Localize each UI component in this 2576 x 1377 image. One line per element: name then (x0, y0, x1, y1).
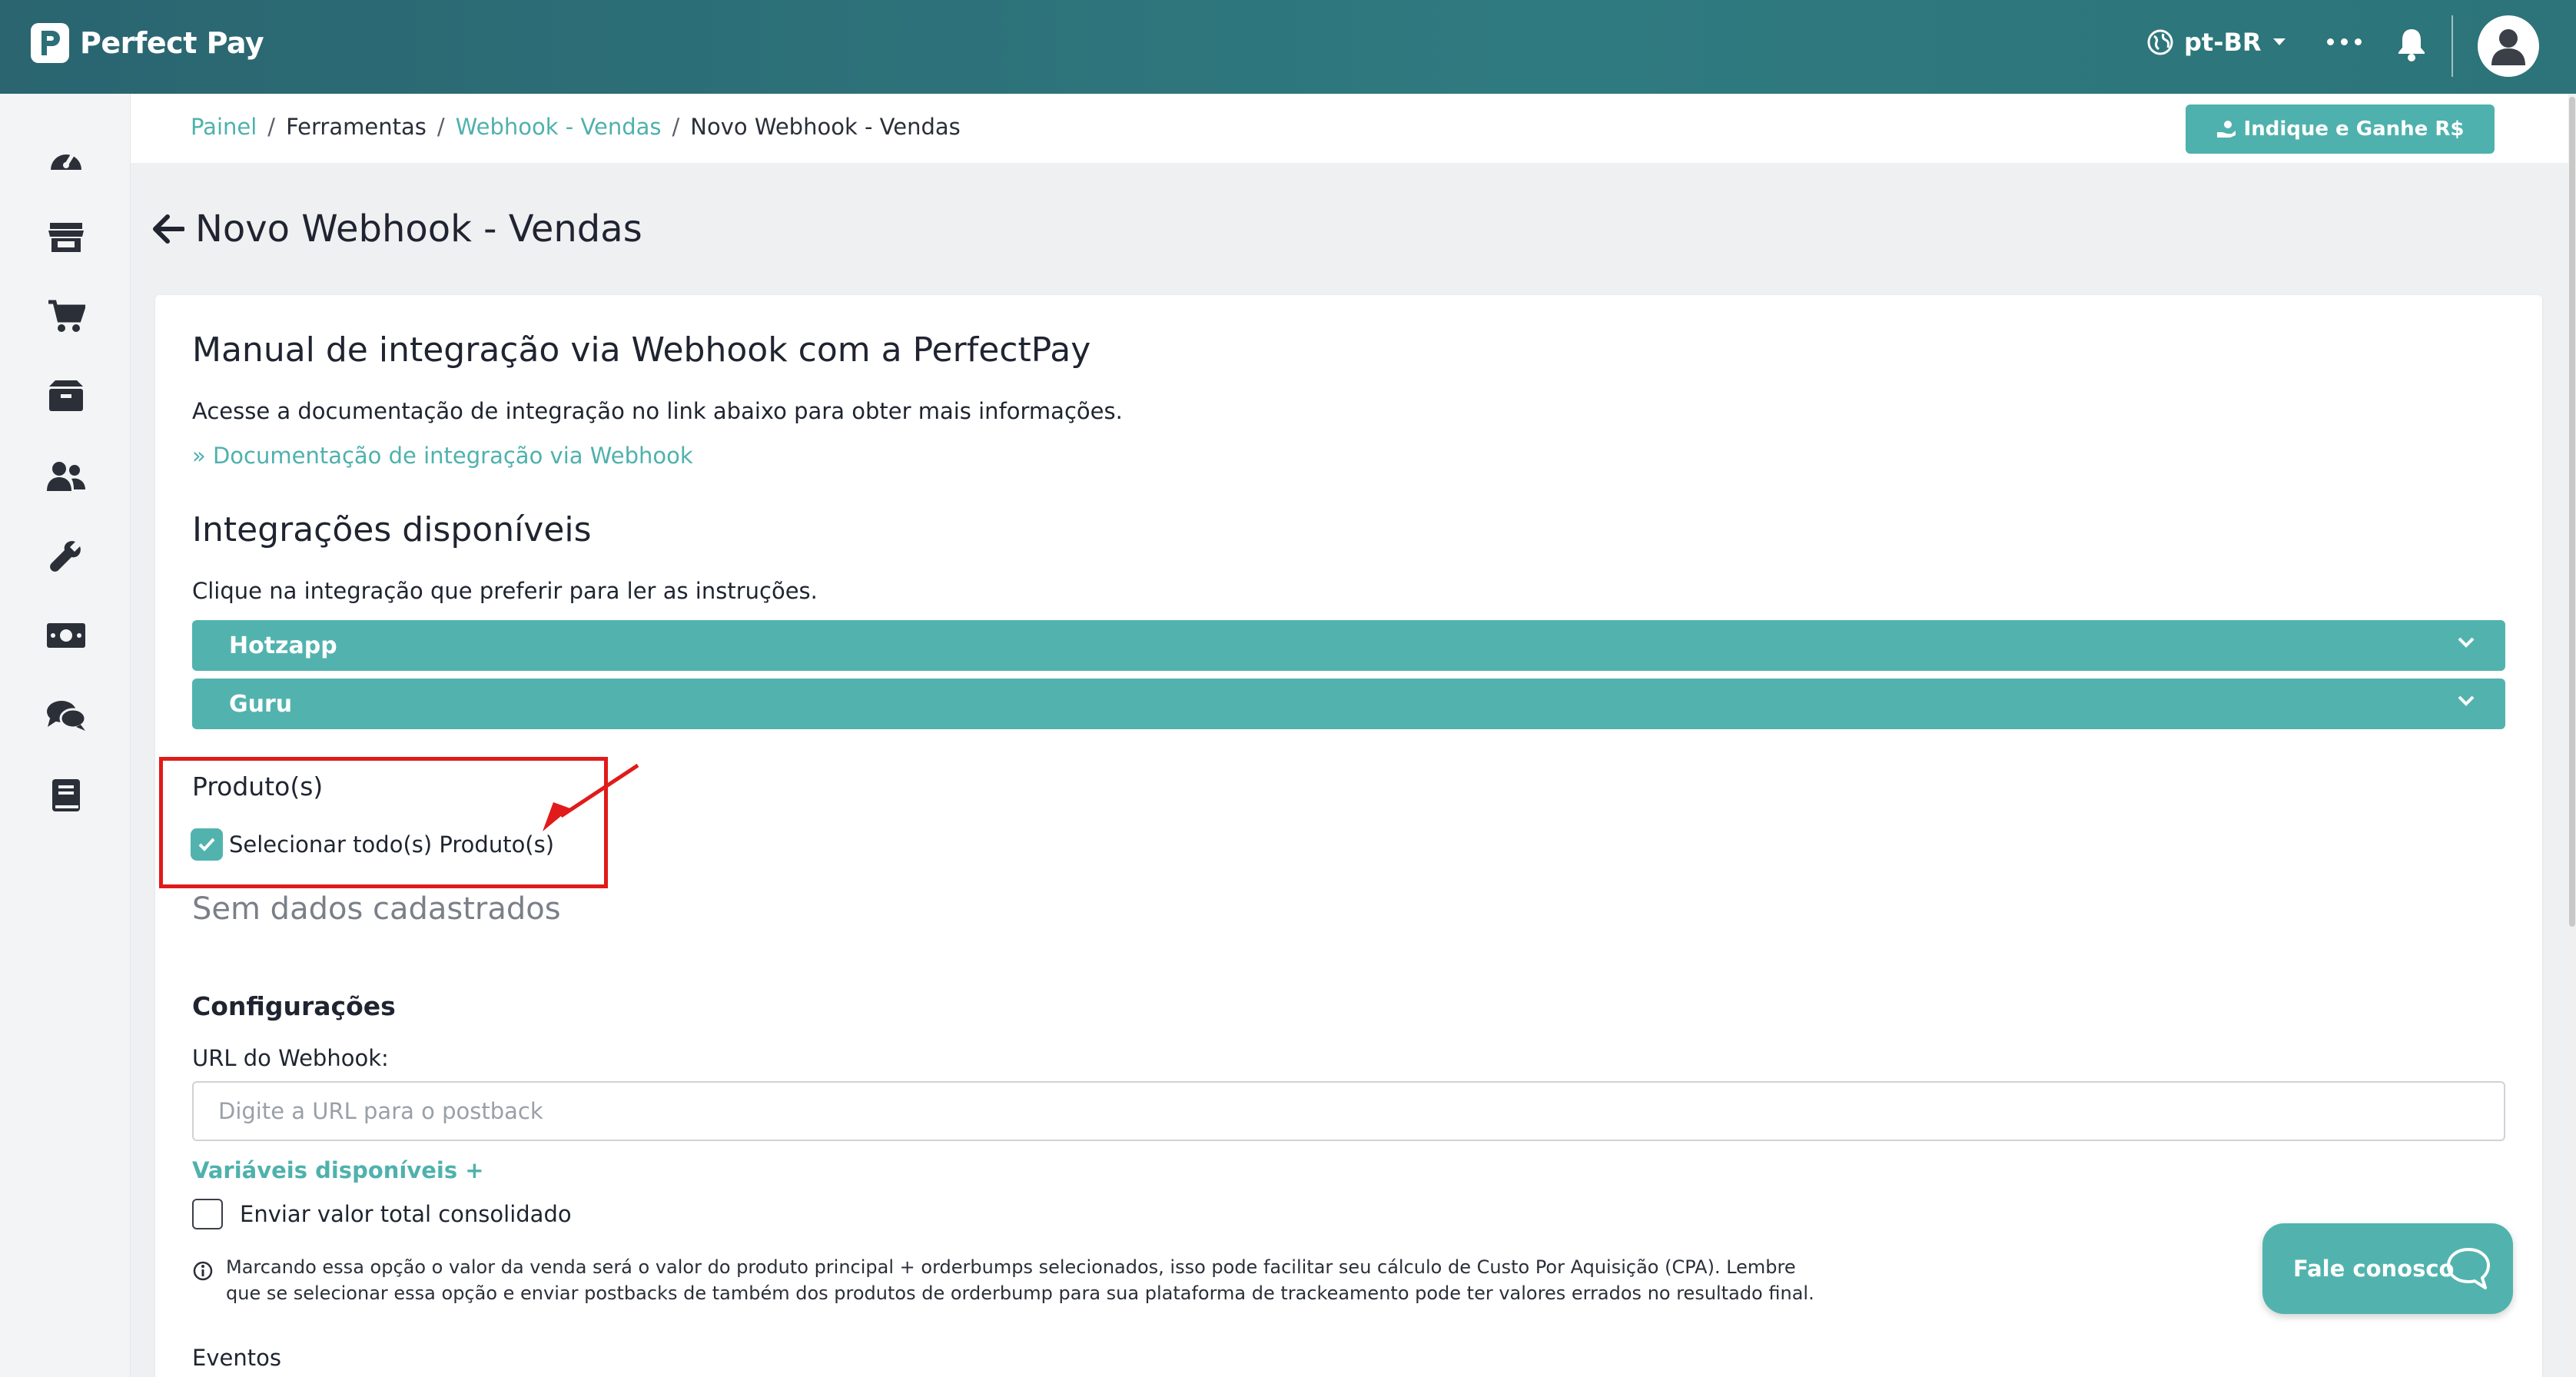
dashboard-gauge-icon[interactable] (42, 134, 90, 181)
consolidated-info: Marcando essa opção o valor da venda ser… (192, 1254, 1814, 1306)
chevron-down-icon (2458, 637, 2475, 648)
refer-and-earn-button[interactable]: Indique e Ganhe R$ (2186, 105, 2495, 154)
info-text-line-2: que se selecionar essa opção e enviar po… (226, 1282, 1814, 1304)
notifications-bell-icon[interactable] (2396, 26, 2427, 65)
chat-button-label: Fale conosco (2293, 1256, 2455, 1282)
webhook-url-label: URL do Webhook: (192, 1045, 389, 1071)
consolidated-total-option[interactable]: Enviar valor total consolidado (192, 1199, 572, 1229)
user-icon (2491, 29, 2525, 65)
store-icon[interactable] (42, 214, 90, 261)
annotation-arrow-icon (543, 763, 639, 831)
breadcrumb-webhook-vendas[interactable]: Webhook - Vendas (456, 114, 662, 140)
logo[interactable]: Perfect Pay (31, 23, 264, 63)
breadcrumb-separator: / (672, 114, 680, 140)
more-options-icon[interactable] (2327, 38, 2362, 45)
money-icon[interactable] (42, 612, 90, 659)
breadcrumb-ferramentas: Ferramentas (286, 114, 427, 140)
page-header: Novo Webhook - Vendas (152, 207, 642, 251)
integrations-description: Clique na integração que preferir para l… (192, 578, 818, 604)
breadcrumb-painel[interactable]: Painel (191, 114, 257, 140)
refer-button-label: Indique e Ganhe R$ (2243, 118, 2465, 141)
sidebar (0, 94, 131, 1377)
users-icon[interactable] (42, 452, 90, 499)
chevron-down-icon (2458, 695, 2475, 706)
contact-us-chat-button[interactable]: Fale conosco (2262, 1223, 2513, 1314)
cart-icon[interactable] (42, 292, 90, 340)
globe-icon (2147, 29, 2173, 55)
available-variables-link[interactable]: Variáveis disponíveis + (192, 1157, 484, 1183)
accordion-guru[interactable]: Guru (192, 679, 2505, 729)
info-text-line-1: Marcando essa opção o valor da venda ser… (226, 1256, 1796, 1278)
consolidated-total-label: Enviar valor total consolidado (240, 1201, 572, 1227)
breadcrumb-separator: / (437, 114, 445, 140)
logo-text: Perfect Pay (80, 26, 264, 60)
header-divider (2452, 15, 2453, 77)
page-title: Novo Webhook - Vendas (195, 207, 642, 251)
chat-bubbles-icon[interactable] (42, 692, 90, 739)
accordion-guru-label: Guru (229, 690, 293, 718)
breadcrumb: Painel / Ferramentas / Webhook - Vendas … (191, 114, 961, 140)
chat-bubble-icon (2447, 1248, 2490, 1289)
back-arrow-icon[interactable] (152, 214, 184, 244)
box-icon[interactable] (42, 372, 90, 420)
book-icon[interactable] (42, 771, 90, 819)
config-title: Configurações (192, 991, 396, 1021)
hand-money-icon (2216, 121, 2236, 138)
user-avatar[interactable] (2478, 15, 2539, 77)
language-selector[interactable]: pt-BR (2147, 28, 2297, 57)
integrations-title: Integrações disponíveis (192, 510, 592, 549)
consolidated-total-checkbox[interactable] (192, 1199, 223, 1229)
page-scrollbar-thumb[interactable] (2569, 97, 2575, 927)
wrench-icon[interactable] (42, 532, 90, 579)
products-empty-state: Sem dados cadastrados (192, 891, 561, 927)
accordion-hotzapp[interactable]: Hotzapp (192, 620, 2505, 671)
breadcrumb-separator: / (267, 114, 276, 140)
caret-down-icon (2272, 38, 2286, 45)
breadcrumb-current: Novo Webhook - Vendas (690, 114, 961, 140)
info-circle-icon (193, 1261, 213, 1281)
accordion-hotzapp-label: Hotzapp (229, 632, 337, 659)
perfectpay-logo-icon (31, 23, 69, 63)
manual-description: Acesse a documentação de integração no l… (192, 398, 1123, 424)
manual-title: Manual de integração via Webhook com a P… (192, 330, 1091, 370)
top-bar: Perfect Pay pt-BR (0, 0, 2576, 94)
documentation-link[interactable]: » Documentação de integração via Webhook (192, 443, 693, 469)
webhook-url-input[interactable] (192, 1081, 2505, 1141)
language-label: pt-BR (2184, 28, 2262, 57)
events-label: Eventos (192, 1345, 281, 1371)
